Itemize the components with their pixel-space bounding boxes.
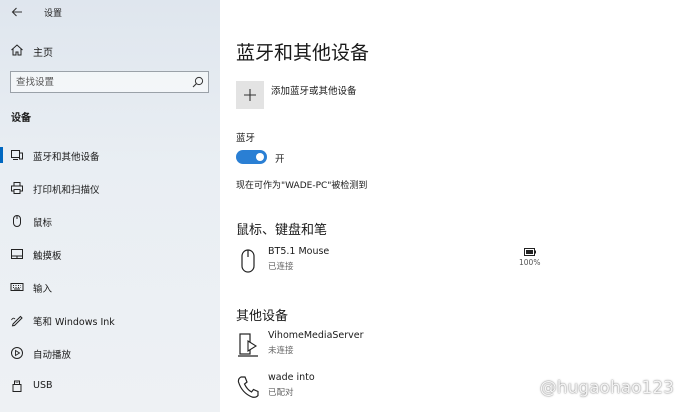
plus-icon <box>244 89 256 101</box>
touchpad-icon <box>11 249 23 259</box>
bluetooth-label: 蓝牙 <box>236 133 256 144</box>
sidebar-item-mouse[interactable]: 鼠标 <box>0 208 220 234</box>
keyboard-icon <box>10 283 24 291</box>
sidebar-item-usb[interactable]: USB <box>0 373 220 399</box>
device-item-media-server[interactable]: VihomeMediaServer 未连接 <box>236 330 676 360</box>
discoverable-text: 现在可作为"WADE-PC"被检测到 <box>236 181 368 191</box>
device-status: 已连接 <box>268 262 294 272</box>
main-content: 蓝牙和其他设备 添加蓝牙或其他设备 蓝牙 开 现在可作为"WADE-PC"被检测… <box>220 0 684 412</box>
sidebar-item-printers[interactable]: 打印机和扫描仪 <box>0 175 220 201</box>
bluetooth-state-label: 开 <box>275 154 285 165</box>
page-title: 蓝牙和其他设备 <box>236 42 370 64</box>
device-name: BT5.1 Mouse <box>268 246 330 257</box>
sidebar-item-label: USB <box>33 380 53 391</box>
add-device-label[interactable]: 添加蓝牙或其他设备 <box>271 83 357 97</box>
printer-icon <box>11 182 23 194</box>
mouse-icon <box>241 249 255 273</box>
sidebar-section-title: 设备 <box>11 113 31 124</box>
usb-icon <box>12 380 22 392</box>
device-name: VihomeMediaServer <box>268 330 364 341</box>
section-title-other-devices: 其他设备 <box>236 309 289 324</box>
sidebar-item-label: 蓝牙和其他设备 <box>33 152 100 163</box>
battery-icon <box>524 248 536 256</box>
sidebar: 设置 主页 设备 蓝牙和其他设备 打印机和扫描仪 <box>0 0 220 412</box>
sidebar-item-label: 自动播放 <box>33 350 72 361</box>
sidebar-item-label: 鼠标 <box>33 218 53 229</box>
sidebar-item-bluetooth[interactable]: 蓝牙和其他设备 <box>0 142 220 168</box>
sidebar-item-label: 笔和 Windows Ink <box>33 317 115 328</box>
battery-percent: 100% <box>519 258 541 267</box>
sidebar-item-label: 主页 <box>33 48 53 59</box>
search-input[interactable] <box>11 72 191 92</box>
battery-indicator: 100% <box>519 246 541 274</box>
sidebar-item-label: 输入 <box>33 284 53 295</box>
device-item-mouse[interactable]: BT5.1 Mouse 已连接 100% <box>236 246 676 276</box>
search-icon[interactable] <box>192 76 204 88</box>
sidebar-item-touchpad[interactable]: 触摸板 <box>0 241 220 267</box>
media-server-icon <box>238 333 258 357</box>
back-button[interactable] <box>8 3 26 21</box>
bluetooth-devices-icon <box>11 150 23 160</box>
back-arrow-icon <box>11 7 22 17</box>
device-name: wade into <box>268 372 315 383</box>
sidebar-item-pen[interactable]: 笔和 Windows Ink <box>0 307 220 333</box>
phone-icon <box>237 376 259 398</box>
sidebar-item-label: 打印机和扫描仪 <box>33 185 100 196</box>
search-box[interactable] <box>10 71 209 93</box>
home-icon <box>11 44 23 56</box>
sidebar-item-typing[interactable]: 输入 <box>0 274 220 300</box>
device-status: 未连接 <box>268 346 294 356</box>
mouse-icon <box>13 215 21 227</box>
autoplay-icon <box>11 347 23 359</box>
watermark: @hugaohao123 <box>539 378 674 398</box>
add-device-button[interactable] <box>236 81 264 109</box>
sidebar-item-label: 触摸板 <box>33 251 62 262</box>
bluetooth-toggle[interactable] <box>236 150 267 164</box>
sidebar-item-autoplay[interactable]: 自动播放 <box>0 340 220 366</box>
title-bar: 设置 <box>0 0 220 24</box>
device-status: 已配对 <box>268 388 294 398</box>
app-title: 设置 <box>44 9 63 19</box>
section-title-mouse-keyboard: 鼠标、键盘和笔 <box>236 223 328 238</box>
pen-icon <box>11 315 23 327</box>
sidebar-item-home[interactable]: 主页 <box>0 38 220 62</box>
